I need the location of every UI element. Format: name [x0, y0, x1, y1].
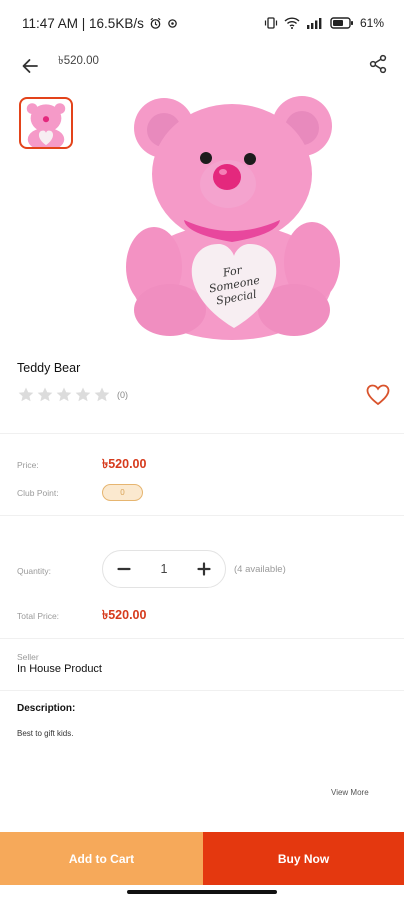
vibrate-icon	[264, 17, 278, 29]
teddy-thumbnail-image	[26, 103, 66, 147]
decrease-quantity-button[interactable]	[115, 560, 133, 578]
plus-icon	[197, 562, 211, 576]
description-text: Best to gift kids.	[17, 729, 74, 738]
seller-label: Seller	[17, 652, 39, 662]
product-thumbnail[interactable]	[19, 97, 73, 149]
status-time: 11:47 AM | 16.5KB/s	[22, 15, 144, 31]
page-title: ৳520.00	[58, 55, 99, 67]
quantity-stepper: 1	[102, 550, 226, 588]
star-icon	[94, 387, 110, 402]
buy-now-button[interactable]: Buy Now	[203, 832, 404, 885]
battery-icon	[330, 17, 354, 29]
signal-dot-icon	[167, 18, 178, 29]
star-icon	[18, 387, 34, 402]
divider	[0, 690, 404, 691]
star-icon	[75, 387, 91, 402]
product-name: Teddy Bear	[17, 361, 81, 375]
rating-count: (0)	[117, 390, 128, 400]
divider	[0, 638, 404, 639]
divider	[0, 433, 404, 434]
star-icon	[56, 387, 72, 402]
share-button[interactable]	[364, 50, 392, 78]
available-stock: (4 available)	[234, 564, 286, 575]
club-point-badge: 0	[102, 484, 143, 501]
rating-stars: (0)	[17, 386, 128, 404]
seller-name[interactable]: In House Product	[17, 663, 102, 675]
price-value: ৳520.00	[102, 457, 147, 471]
minus-icon	[117, 567, 131, 571]
price-label: Price:	[17, 460, 39, 470]
wishlist-button[interactable]	[366, 384, 390, 406]
wifi-icon	[284, 17, 300, 29]
bottom-action-bar: Add to Cart Buy Now	[0, 832, 404, 885]
description-heading: Description:	[17, 703, 76, 714]
status-right: 61%	[264, 16, 384, 30]
cell-signal-icon	[306, 17, 324, 29]
total-price-label: Total Price:	[17, 611, 60, 621]
add-to-cart-button[interactable]: Add to Cart	[0, 832, 203, 885]
divider	[0, 515, 404, 516]
club-point-label: Club Point:	[17, 488, 59, 498]
status-left: 11:47 AM | 16.5KB/s	[22, 16, 178, 31]
home-indicator[interactable]	[127, 890, 277, 894]
quantity-value[interactable]: 1	[161, 562, 168, 576]
back-button[interactable]	[16, 52, 44, 80]
status-bar: 11:47 AM | 16.5KB/s 61%	[0, 0, 404, 46]
teddy-bear-image: For Someone Special	[126, 96, 340, 340]
battery-percent: 61%	[359, 16, 384, 30]
alarm-icon	[149, 17, 162, 30]
product-image: For Someone Special	[120, 92, 344, 342]
back-arrow-icon	[22, 59, 38, 73]
quantity-label: Quantity:	[17, 566, 52, 576]
heart-icon	[366, 384, 390, 406]
share-icon	[369, 54, 387, 74]
increase-quantity-button[interactable]	[195, 560, 213, 578]
star-icon	[37, 387, 53, 402]
view-more-link[interactable]: View More	[331, 788, 369, 797]
app-bar: ৳520.00	[0, 46, 404, 86]
total-price-value: ৳520.00	[102, 608, 147, 622]
